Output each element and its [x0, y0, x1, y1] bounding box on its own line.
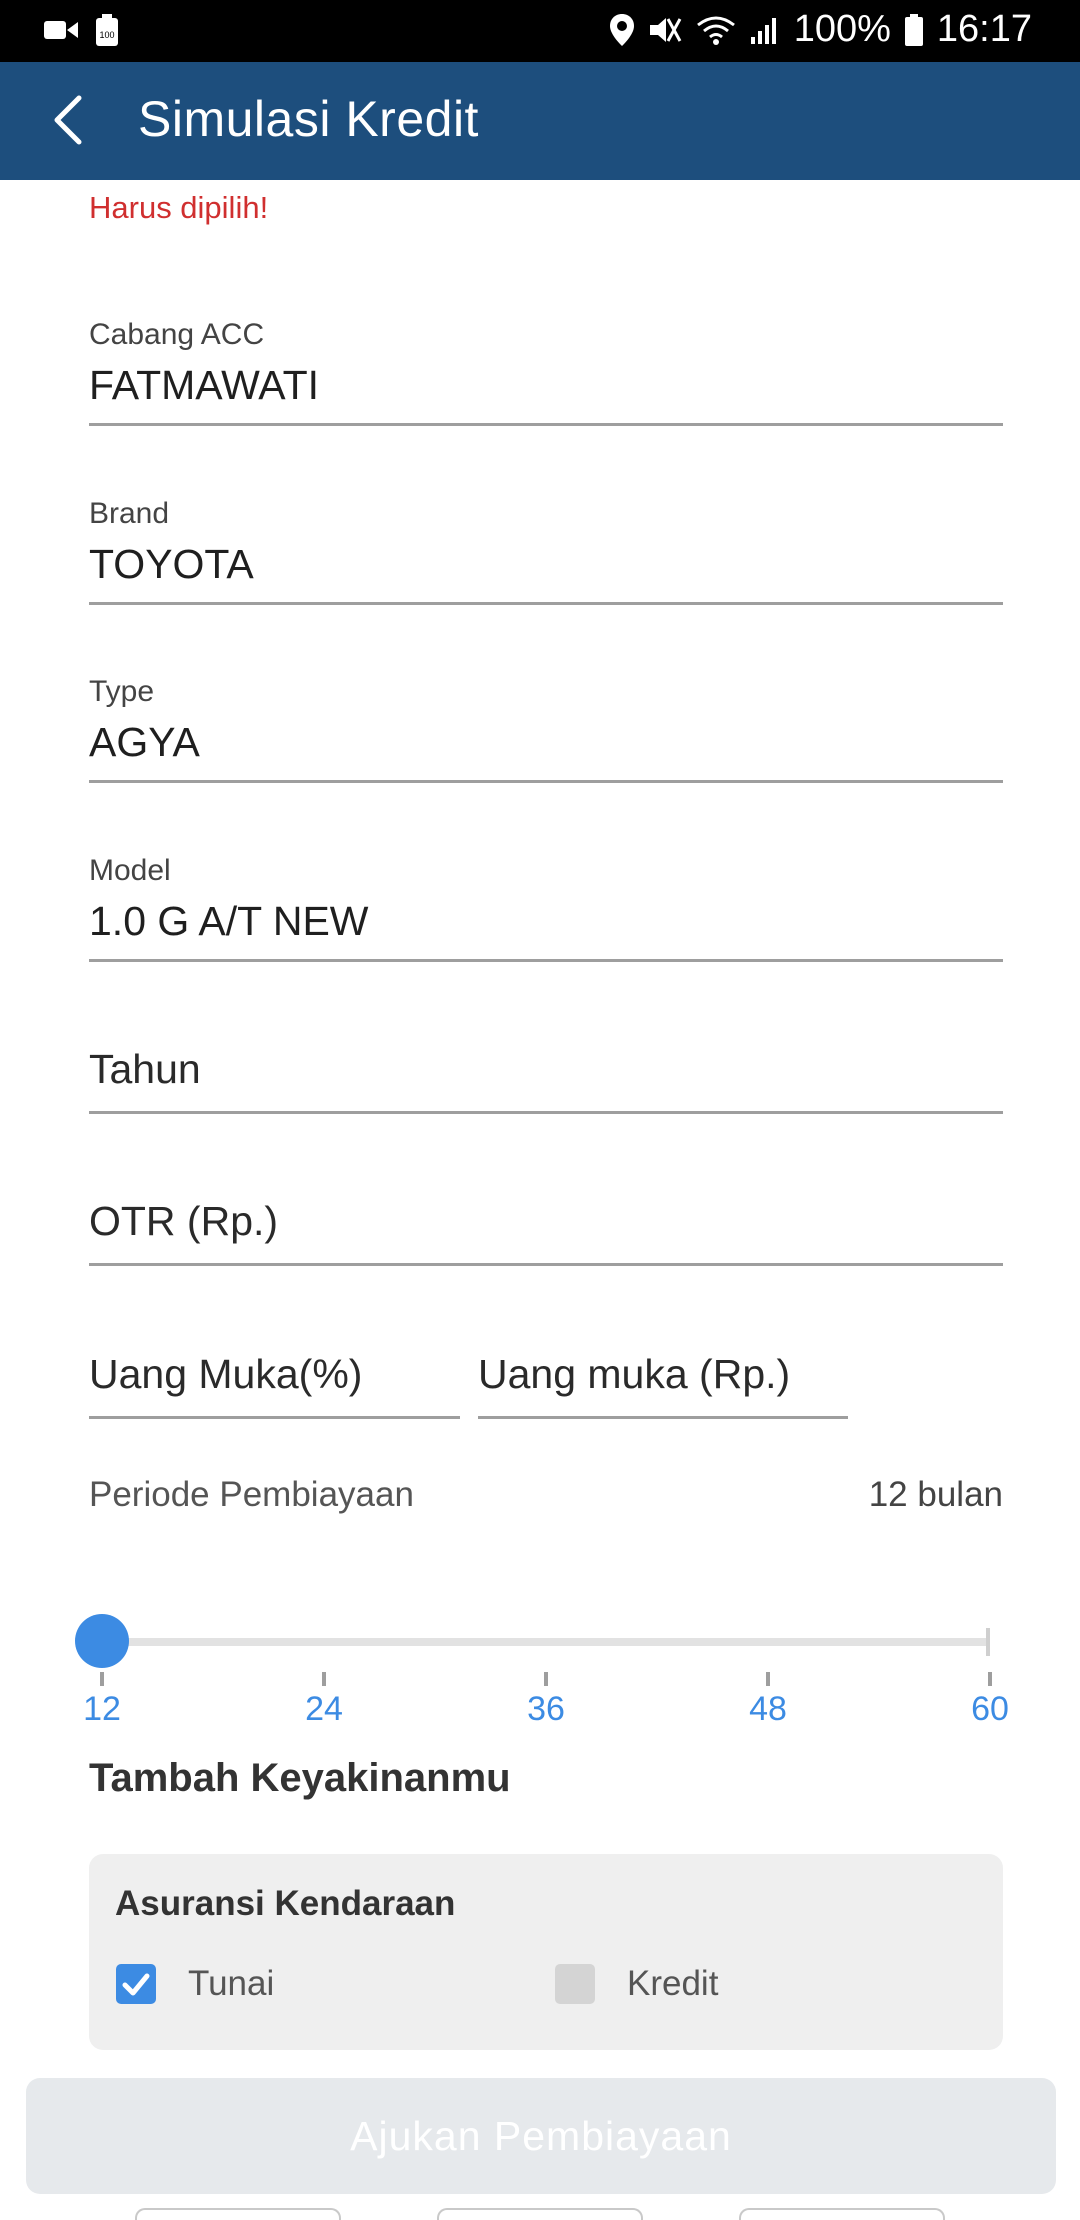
back-arrow-icon [54, 95, 82, 145]
brand-value: TOYOTA [89, 541, 254, 587]
cabang-label: Cabang ACC [89, 318, 265, 351]
slider-tick-label[interactable]: 12 [62, 1690, 142, 1729]
kredit-checkbox[interactable] [555, 1964, 595, 2004]
model-value: 1.0 G A/T NEW [89, 898, 369, 944]
bottom-tab[interactable] [739, 2208, 945, 2220]
uang-muka-percent-input[interactable]: Uang Muka(%) [89, 1341, 460, 1419]
section-title: Tambah Keyakinanmu [89, 1756, 511, 1800]
uang-muka-rp-input[interactable]: Uang muka (Rp.) [478, 1341, 848, 1419]
periode-slider-end-marker [986, 1628, 990, 1656]
battery-saver-icon: 100 [96, 14, 118, 46]
brand-label: Brand [89, 497, 170, 530]
slider-tick-label[interactable]: 36 [506, 1690, 586, 1729]
slider-tick [544, 1672, 548, 1686]
model-field[interactable]: Model 1.0 G A/T NEW [89, 850, 1003, 962]
insurance-card: Asuransi Kendaraan Tunai Kredit [89, 1854, 1003, 2050]
back-button[interactable] [40, 92, 96, 148]
video-call-icon [44, 19, 78, 41]
location-icon [609, 13, 634, 46]
tahun-input[interactable]: Tahun [89, 1036, 1003, 1114]
cabang-field[interactable]: Cabang ACC FATMAWATI [89, 314, 1003, 426]
status-bar: 100 100% 16:17 [0, 0, 1080, 62]
slider-tick-label[interactable]: 48 [728, 1690, 808, 1729]
signal-icon [750, 15, 780, 45]
type-value: AGYA [89, 719, 200, 765]
validation-error: Harus dipilih! [89, 190, 269, 225]
battery-icon [904, 13, 923, 46]
type-field[interactable]: Type AGYA [89, 671, 1003, 783]
periode-slider-thumb[interactable] [75, 1614, 129, 1668]
brand-field[interactable]: Brand TOYOTA [89, 493, 1003, 605]
periode-slider-track[interactable] [102, 1638, 990, 1646]
slider-tick [988, 1672, 992, 1686]
page-title: Simulasi Kredit [138, 91, 479, 147]
ajukan-pembiayaan-button[interactable]: Ajukan Pembiayaan [26, 2078, 1056, 2194]
tahun-placeholder: Tahun [89, 1046, 201, 1092]
svg-text:100: 100 [99, 30, 114, 40]
slider-tick [766, 1672, 770, 1686]
otr-placeholder: OTR (Rp.) [89, 1198, 279, 1244]
insurance-title: Asuransi Kendaraan [115, 1884, 456, 1923]
kredit-label: Kredit [627, 1964, 719, 2003]
mute-icon [648, 15, 682, 45]
bottom-tab[interactable] [437, 2208, 643, 2220]
uang-muka-rp-placeholder: Uang muka (Rp.) [478, 1351, 791, 1397]
tunai-checkbox[interactable] [116, 1964, 156, 2004]
status-right-icons: 100% 16:17 [609, 8, 1032, 51]
checkmark-icon [122, 1973, 150, 1996]
slider-tick-label[interactable]: 60 [950, 1690, 1030, 1729]
status-left-icons: 100 [44, 14, 118, 46]
slider-tick [322, 1672, 326, 1686]
clock: 16:17 [936, 8, 1032, 50]
slider-tick-label[interactable]: 24 [284, 1690, 364, 1729]
slider-tick [100, 1672, 104, 1686]
model-label: Model [89, 854, 171, 887]
app-bar: Simulasi Kredit [0, 62, 1080, 180]
tunai-label: Tunai [188, 1964, 275, 2003]
periode-value: 12 bulan [868, 1475, 1003, 1514]
wifi-icon [696, 15, 736, 45]
battery-percent: 100% [793, 8, 891, 50]
uang-muka-percent-placeholder: Uang Muka(%) [89, 1351, 363, 1397]
periode-label: Periode Pembiayaan [89, 1475, 414, 1514]
otr-input[interactable]: OTR (Rp.) [89, 1188, 1003, 1266]
type-label: Type [89, 675, 155, 708]
cabang-value: FATMAWATI [89, 362, 320, 408]
bottom-tab[interactable] [135, 2208, 341, 2220]
